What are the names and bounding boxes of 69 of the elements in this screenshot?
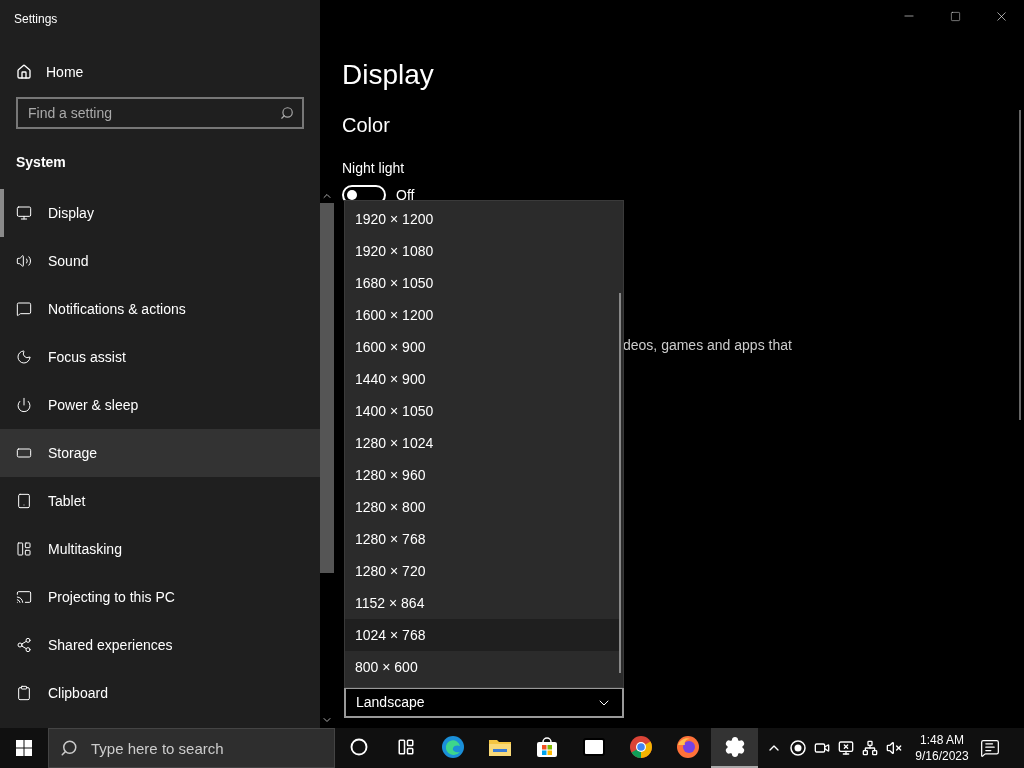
page-title: Display [342,58,435,92]
search-icon [280,106,294,120]
setting-label: Night light [342,159,406,178]
search-field[interactable]: Find a setting [16,97,304,129]
windows-logo-icon [16,740,32,756]
clock[interactable]: 1:48 AM 9/16/2023 [910,732,974,764]
dropdown-option[interactable]: 1400 × 1050 [345,395,619,427]
window-title: Settings [13,11,59,28]
dropdown-option[interactable]: 1680 × 1050 [345,267,619,299]
sidebar-item[interactable]: Clipboard [0,669,320,717]
dropdown-option[interactable]: 1920 × 1080 [345,235,619,267]
home-link[interactable]: Home [0,48,320,96]
share-icon [16,637,32,653]
power-icon [16,397,32,413]
message-icon [16,301,32,317]
display-error-icon[interactable] [838,740,854,756]
settings-icon [723,736,746,758]
dropdown-option[interactable]: 1440 × 900 [345,363,619,395]
sidebar-item[interactable]: Storage [0,429,320,477]
record-icon[interactable] [790,740,806,756]
sidebar-item[interactable]: Projecting to this PC [0,573,320,621]
browser-icon [628,735,653,759]
cast-icon [16,589,32,605]
dropdown-option[interactable]: 1280 × 800 [345,491,619,523]
dropdown-option[interactable]: 1024 × 768 [345,619,619,651]
description-text: deos, games and apps that [623,336,793,355]
task-view-icon [396,738,415,756]
muted-speaker-icon[interactable] [886,740,902,756]
dropdown-option[interactable]: 800 × 600 [345,651,619,683]
sidebar-item[interactable]: Sound [0,237,320,285]
restore-icon [949,10,961,22]
browser-icon [440,735,465,759]
moon-icon [16,349,32,365]
dropdown-option[interactable]: 1280 × 720 [345,555,619,587]
network-icon[interactable] [862,740,878,756]
browser-icon [675,735,700,759]
speaker-icon [16,253,32,269]
dropdown-option[interactable]: 1152 × 864 [345,587,619,619]
dropdown-option[interactable]: 1280 × 960 [345,459,619,491]
monitor-icon [16,205,32,221]
toggle-state: Off [396,187,415,203]
notification-icon[interactable] [980,738,1000,758]
dropdown-option[interactable]: 1920 × 1200 [345,203,619,235]
folder-icon [487,737,512,757]
tablet-icon [16,493,32,509]
clipboard-icon [16,685,32,701]
sidebar-item[interactable]: Multitasking [0,525,320,573]
sidebar-item[interactable]: Shared experiences [0,621,320,669]
shopping-bag-icon [535,736,558,758]
windows-icon [16,541,32,557]
sidebar-item[interactable]: Tablet [0,477,320,525]
sidebar-item[interactable]: Notifications & actions [0,285,320,333]
search-icon [60,739,78,757]
dropdown-option[interactable]: 1600 × 1200 [345,299,619,331]
section-heading: Color [342,113,391,138]
circle-icon [349,738,368,756]
taskbar-search-field[interactable]: Type here to search [48,728,335,768]
mail-icon [581,735,606,759]
dropdown-option[interactable]: 1280 × 1024 [345,427,619,459]
home-icon [16,64,32,80]
taskbar-app[interactable] [711,728,758,768]
dropdown-option[interactable]: 1280 × 768 [345,523,619,555]
scrollbar-thumb[interactable] [320,203,334,573]
camera-icon[interactable] [814,740,830,756]
sidebar-item[interactable]: Focus assist [0,333,320,381]
dropdown-option[interactable]: 1600 × 900 [345,331,619,363]
drive-icon [16,445,32,461]
section-heading: System [15,153,67,172]
sidebar-item[interactable]: Power & sleep [0,381,320,429]
